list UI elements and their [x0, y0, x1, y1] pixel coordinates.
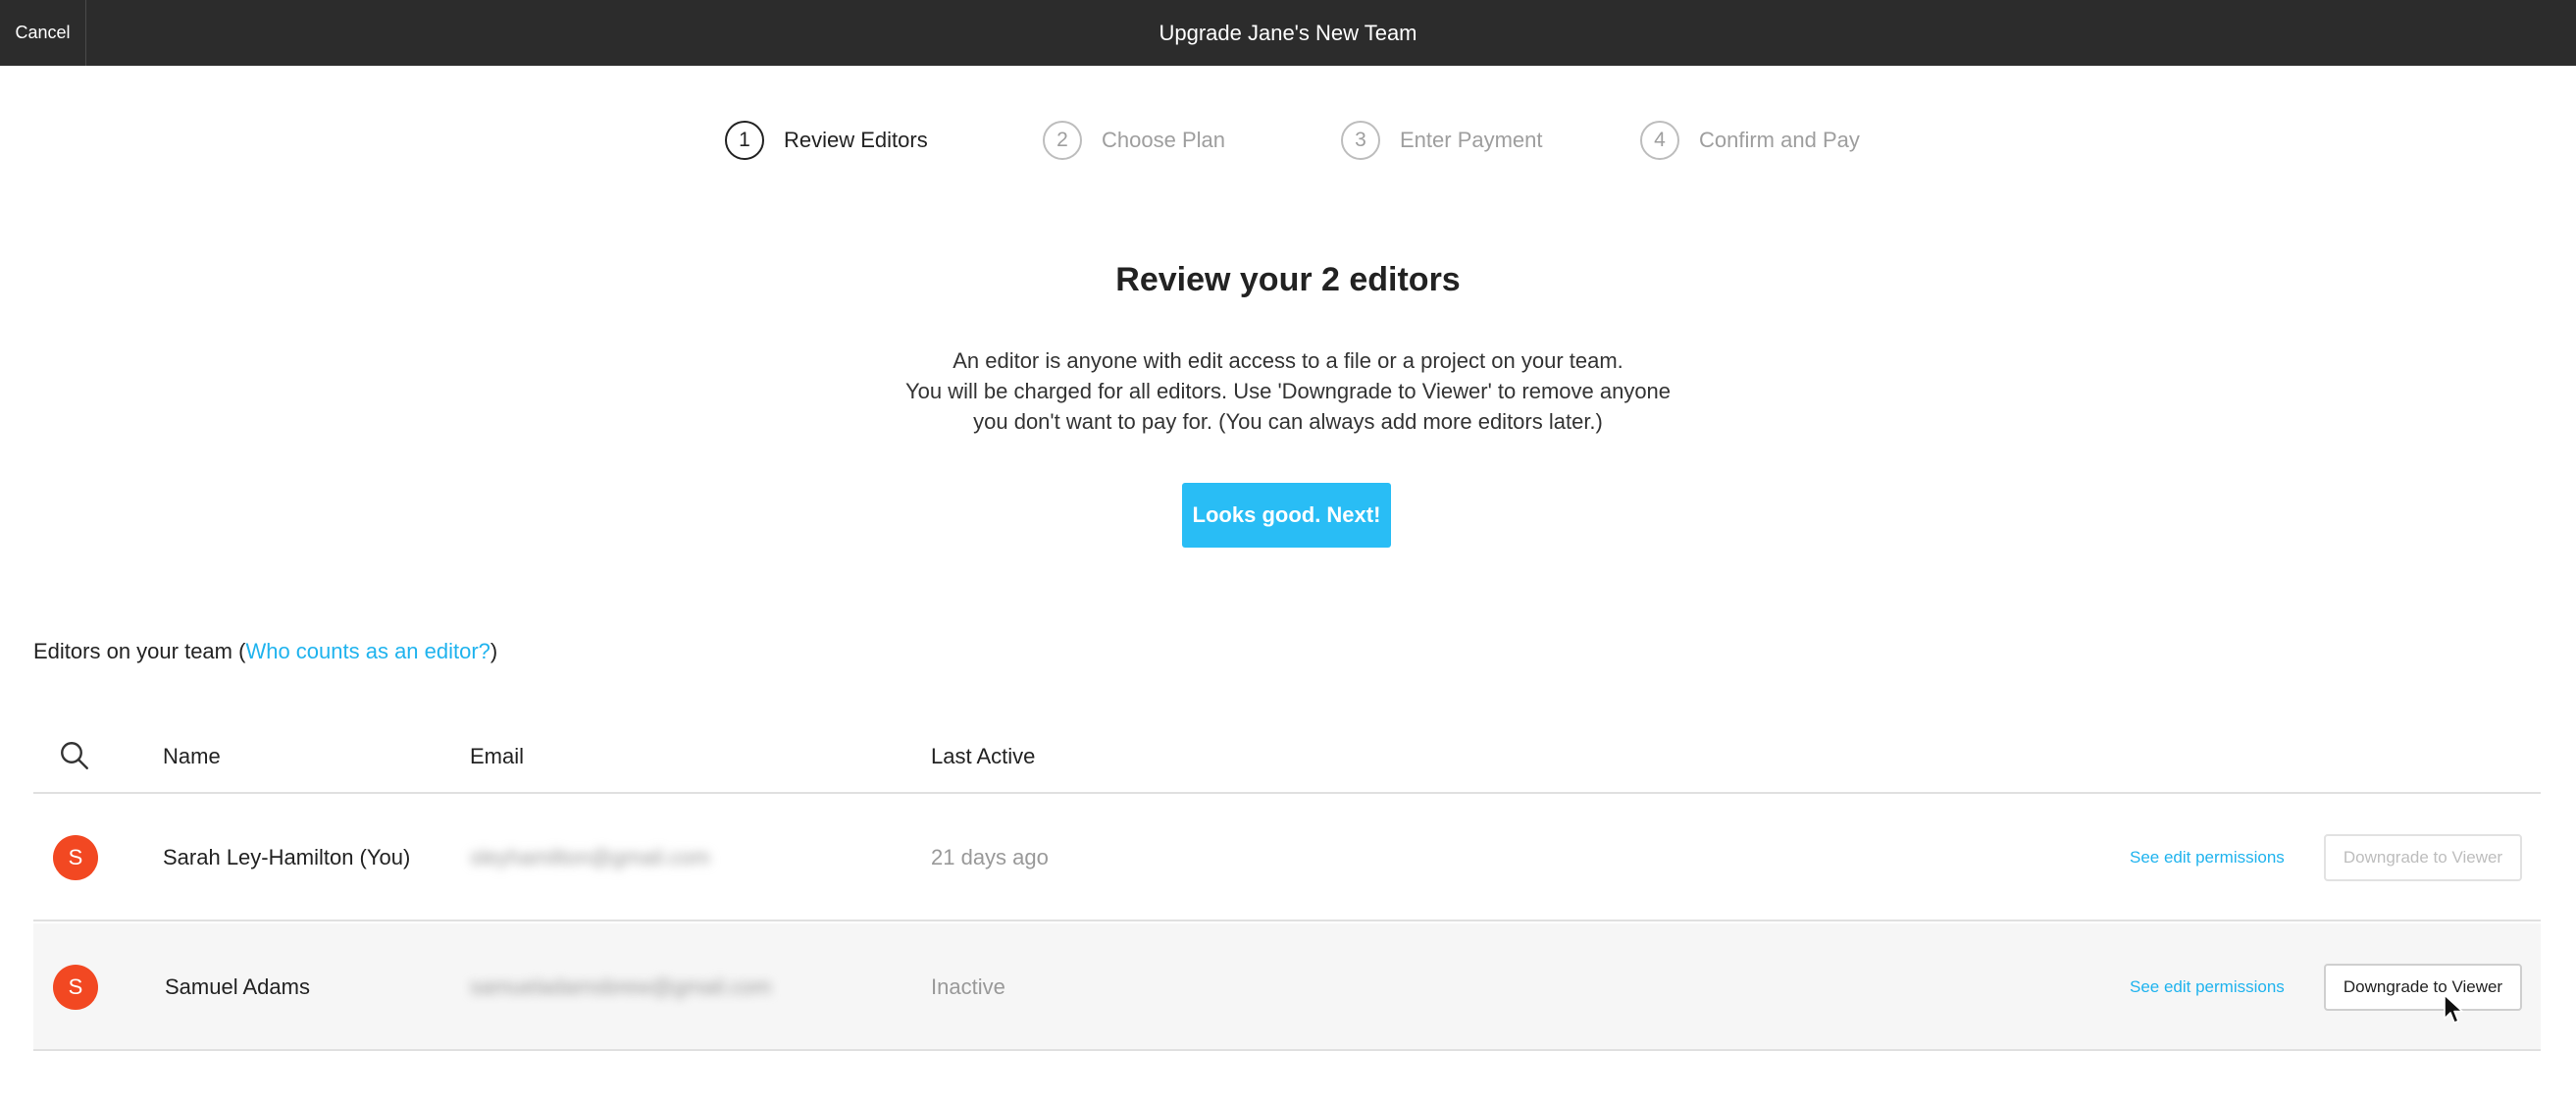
column-header-name[interactable]: Name: [163, 719, 221, 794]
next-button[interactable]: Looks good. Next!: [1182, 483, 1391, 548]
see-edit-permissions-link[interactable]: See edit permissions: [2130, 923, 2285, 1051]
downgrade-to-viewer-button[interactable]: Downgrade to Viewer: [2324, 834, 2522, 881]
window-title: Upgrade Jane's New Team: [1159, 20, 1417, 45]
step-review-editors: 1 Review Editors: [725, 120, 928, 161]
page-heading: Review your 2 editors: [1115, 261, 1461, 298]
step-confirm-and-pay: 4 Confirm and Pay: [1640, 120, 1860, 161]
step-enter-payment: 3 Enter Payment: [1341, 120, 1543, 161]
step-number: 3: [1341, 121, 1380, 160]
table-row: S Sarah Ley-Hamilton (You) sleyhamilton@…: [33, 794, 2541, 921]
editors-title-prefix: Editors on your team (: [33, 639, 246, 663]
step-number: 4: [1640, 121, 1679, 160]
step-label: Confirm and Pay: [1699, 128, 1860, 152]
top-bar: Cancel Upgrade Jane's New Team: [0, 0, 2576, 66]
step-choose-plan: 2 Choose Plan: [1043, 120, 1225, 161]
search-icon[interactable]: [57, 738, 92, 773]
table-row: S Samuel Adams samueladamsbrew@gmail.com…: [33, 923, 2541, 1051]
description-line: You will be charged for all editors. Use…: [904, 379, 1672, 403]
step-label: Enter Payment: [1400, 128, 1543, 152]
table-header: Name Email Last Active: [33, 719, 2541, 794]
see-edit-permissions-link[interactable]: See edit permissions: [2130, 794, 2285, 921]
who-counts-link[interactable]: Who counts as an editor?: [245, 639, 489, 663]
avatar: S: [53, 965, 98, 1010]
description: An editor is anyone with edit access to …: [0, 345, 2576, 437]
downgrade-to-viewer-button[interactable]: Downgrade to Viewer: [2324, 964, 2522, 1011]
editor-name: Samuel Adams: [165, 974, 310, 999]
cancel-button[interactable]: Cancel: [0, 0, 86, 66]
last-active: 21 days ago: [931, 845, 1049, 869]
avatar: S: [53, 835, 98, 880]
column-header-last-active[interactable]: Last Active: [931, 719, 1035, 794]
editor-email: samueladamsbrew@gmail.com: [470, 974, 772, 999]
editors-title-suffix: ): [489, 639, 498, 663]
editors-section-title: Editors on your team (Who counts as an e…: [33, 639, 497, 664]
cursor-icon: [2444, 994, 2463, 1024]
step-number: 2: [1043, 121, 1082, 160]
column-header-email[interactable]: Email: [470, 719, 524, 794]
last-active: Inactive: [931, 974, 1005, 999]
editor-email: sleyhamilton@gmail.com: [470, 845, 710, 869]
step-number: 1: [725, 121, 764, 160]
editor-name: Sarah Ley-Hamilton (You): [163, 845, 411, 869]
step-label: Choose Plan: [1102, 128, 1225, 152]
description-line: An editor is anyone with edit access to …: [953, 348, 1623, 373]
step-label: Review Editors: [784, 128, 928, 152]
description-line: you don't want to pay for. (You can alwa…: [973, 409, 1603, 434]
